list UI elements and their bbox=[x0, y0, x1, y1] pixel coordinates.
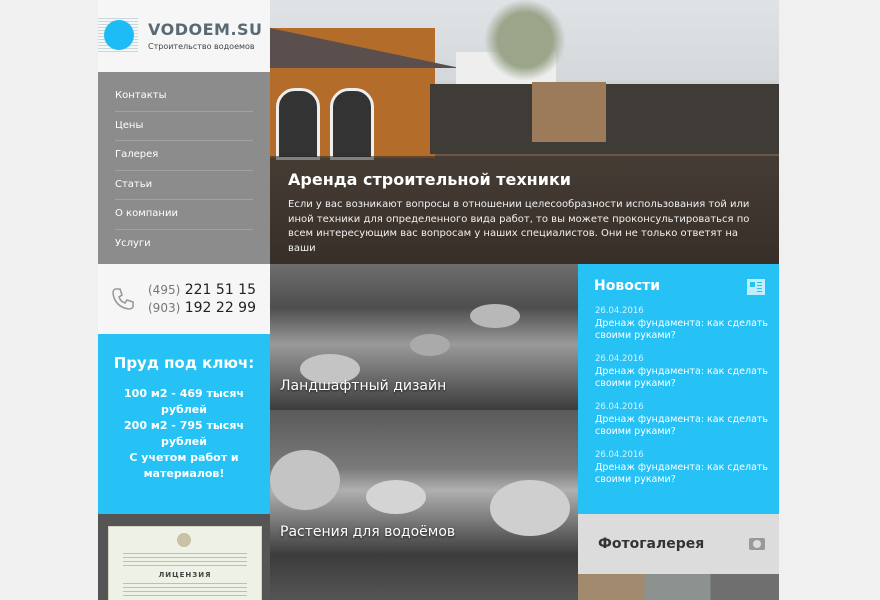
tile-label: Растения для водоёмов bbox=[280, 524, 456, 540]
news-item: 26.04.2016 Дренаж фундамента: как сделат… bbox=[595, 450, 770, 486]
hero-banner[interactable]: Аренда строительной техники Если у вас в… bbox=[270, 0, 779, 264]
hero-fountain bbox=[532, 82, 606, 142]
news-link[interactable]: Дренаж фундамента: как сделать своими ру… bbox=[595, 414, 770, 438]
page: VODOEM.SU Строительство водоемов Контакт… bbox=[98, 0, 779, 600]
promo-line: 100 м2 - 469 тысяч рублей bbox=[124, 387, 244, 416]
news-item: 26.04.2016 Дренаж фундамента: как сделат… bbox=[595, 402, 770, 438]
tile-pond-plants[interactable]: Растения для водоёмов bbox=[270, 410, 578, 556]
gallery-heading: Фотогалерея bbox=[598, 536, 705, 552]
hero-title[interactable]: Аренда строительной техники bbox=[288, 170, 571, 189]
tile-rock bbox=[270, 450, 340, 510]
tile-landscape-design[interactable]: Ландшафтный дизайн bbox=[270, 264, 578, 410]
phone-code: (903) bbox=[148, 301, 181, 315]
news-link[interactable]: Дренаж фундамента: как сделать своими ру… bbox=[595, 366, 770, 390]
news-link[interactable]: Дренаж фундамента: как сделать своими ру… bbox=[595, 318, 770, 342]
menu-item-about[interactable]: О компании bbox=[115, 200, 253, 230]
phone-line-2[interactable]: (903) 192 22 99 bbox=[148, 300, 256, 316]
site-logo[interactable]: VODOEM.SU Строительство водоемов bbox=[98, 0, 270, 72]
hero-text: Если у вас возникают вопросы в отношении… bbox=[288, 199, 750, 254]
tile-rock bbox=[490, 480, 570, 536]
hero-window bbox=[330, 88, 374, 160]
tile-rock bbox=[470, 304, 520, 328]
gallery-thumbnails[interactable] bbox=[578, 574, 779, 600]
news-date: 26.04.2016 bbox=[595, 306, 644, 316]
promo-line: С учетом работ и материалов! bbox=[129, 451, 239, 480]
hero-caption: Аренда строительной техники Если у вас в… bbox=[270, 156, 779, 264]
hero-house bbox=[270, 28, 460, 160]
newspaper-icon[interactable] bbox=[747, 279, 765, 295]
news-heading[interactable]: Новости bbox=[594, 278, 660, 294]
news-list: 26.04.2016 Дренаж фундамента: как сделат… bbox=[595, 306, 770, 498]
license-heading: ЛИЦЕНЗИЯ bbox=[158, 571, 212, 579]
news-date: 26.04.2016 bbox=[595, 402, 644, 412]
logo-brand: VODOEM.SU bbox=[148, 20, 263, 39]
phone-block: (495) 221 51 15 (903) 192 22 99 bbox=[98, 264, 270, 334]
promo-body: 100 м2 - 469 тысяч рублей 200 м2 - 795 т… bbox=[98, 386, 270, 482]
promo-block[interactable]: Пруд под ключ: 100 м2 - 469 тысяч рублей… bbox=[98, 334, 270, 514]
news-item: 26.04.2016 Дренаж фундамента: как сделат… bbox=[595, 306, 770, 342]
menu-item-articles[interactable]: Статьи bbox=[115, 171, 253, 201]
tile-rock bbox=[410, 334, 450, 356]
menu-item-prices[interactable]: Цены bbox=[115, 112, 253, 142]
photo-gallery-block[interactable]: Фотогалерея bbox=[578, 514, 779, 574]
phone-line-1[interactable]: (495) 221 51 15 bbox=[148, 282, 256, 298]
news-date: 26.04.2016 bbox=[595, 354, 644, 364]
license-text-lines bbox=[123, 553, 247, 567]
license-block: ЛИЦЕНЗИЯ bbox=[98, 514, 270, 600]
phone-icon bbox=[112, 288, 134, 310]
promo-title: Пруд под ключ: bbox=[113, 354, 255, 372]
hero-tree bbox=[470, 0, 580, 80]
news-item: 26.04.2016 Дренаж фундамента: как сделат… bbox=[595, 354, 770, 390]
main-menu: Контакты Цены Галерея Статьи О компании … bbox=[98, 72, 270, 264]
phone-code: (495) bbox=[148, 283, 181, 297]
menu-item-services[interactable]: Услуги bbox=[115, 230, 253, 259]
license-text-lines bbox=[123, 583, 247, 597]
emblem-icon bbox=[177, 533, 191, 547]
menu-item-gallery[interactable]: Галерея bbox=[115, 141, 253, 171]
menu-item-contacts[interactable]: Контакты bbox=[115, 82, 253, 112]
camera-icon bbox=[749, 538, 765, 550]
tile-label: Ландшафтный дизайн bbox=[280, 378, 447, 394]
news-block: Новости 26.04.2016 Дренаж фундамента: ка… bbox=[578, 264, 779, 514]
logo-circle-icon bbox=[104, 20, 134, 50]
license-image[interactable]: ЛИЦЕНЗИЯ bbox=[108, 526, 262, 600]
news-link[interactable]: Дренаж фундамента: как сделать своими ру… bbox=[595, 462, 770, 486]
hero-roof bbox=[270, 28, 460, 68]
phone-number: 192 22 99 bbox=[184, 300, 256, 316]
hero-window bbox=[276, 88, 320, 160]
promo-line: 200 м2 - 795 тысяч рублей bbox=[124, 419, 244, 448]
tile-rock bbox=[366, 480, 426, 514]
logo-tagline: Строительство водоемов bbox=[148, 42, 255, 51]
news-date: 26.04.2016 bbox=[595, 450, 644, 460]
phone-number: 221 51 15 bbox=[184, 282, 256, 298]
tile-forest[interactable] bbox=[270, 556, 578, 600]
